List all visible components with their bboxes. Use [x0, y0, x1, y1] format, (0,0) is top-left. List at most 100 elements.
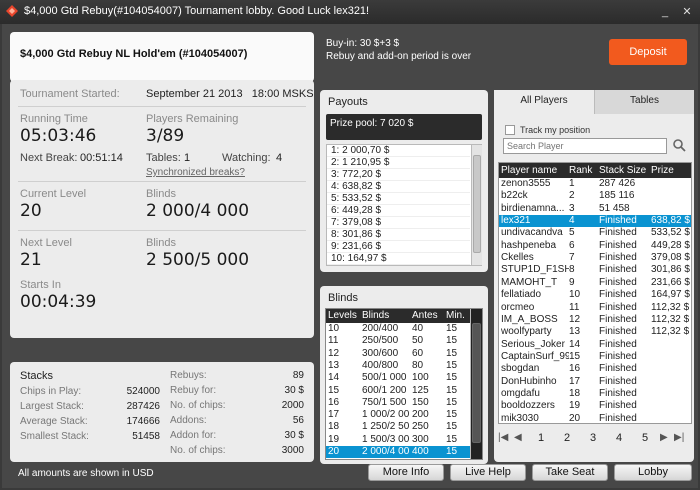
page-number[interactable]: 2: [564, 432, 570, 444]
player-row[interactable]: IM_A_BOSS 12 Finished 112,32 $: [499, 313, 691, 326]
lobby-content: $4,000 Gtd Rebuy NL Hold'em (#104054007)…: [2, 24, 698, 488]
blinds-row[interactable]: 13 400/800 80 15: [326, 360, 470, 372]
player-row[interactable]: sbogdan 16 Finished: [499, 363, 691, 375]
deposit-button[interactable]: Deposit: [609, 39, 687, 65]
first-page-icon[interactable]: |◀: [498, 432, 508, 443]
player-row[interactable]: DonHubinho 17 Finished: [499, 375, 691, 388]
player-row[interactable]: CaptainSurf_99 15 Finished: [499, 350, 691, 363]
blinds-row[interactable]: 12 300/600 60 15: [326, 348, 470, 360]
next-level-label: Next Level: [20, 237, 72, 249]
track-position-checkbox[interactable]: [505, 125, 515, 135]
prize-pool-value: Prize pool: 7 020 $: [330, 118, 414, 129]
player-cell: 112,32 $: [651, 313, 690, 325]
blinds-cell: 15: [446, 372, 458, 384]
player-cell: Finished: [599, 375, 637, 387]
player-row[interactable]: Ckelles 7 Finished 379,08 $: [499, 252, 691, 264]
player-cell: 10: [569, 289, 581, 301]
player-cell: 112,32 $: [651, 326, 690, 338]
blinds-row[interactable]: 19 1 500/3 000300 15: [326, 434, 470, 446]
more-info-button[interactable]: More Info: [368, 464, 444, 481]
blinds-row[interactable]: 14 500/1 000 100 15: [326, 372, 470, 384]
close-icon[interactable]: ✕: [680, 5, 694, 19]
next-blinds-label: Blinds: [146, 237, 176, 249]
blinds-row[interactable]: 16 750/1 500 150 15: [326, 397, 470, 409]
player-cell: Finished: [599, 239, 637, 251]
player-cell: Finished: [599, 350, 637, 362]
player-cell: 15: [569, 350, 581, 362]
page-number[interactable]: 4: [616, 432, 622, 444]
prev-page-icon[interactable]: ◀: [514, 432, 522, 443]
rebuy-label: No. of chips:: [170, 400, 226, 411]
player-cell: IM_A_BOSS: [501, 313, 558, 325]
player-cell: STUP1D_F1SH: [501, 264, 569, 276]
blinds-cell: 18: [328, 421, 340, 433]
blinds-row[interactable]: 10 200/400 40 15: [326, 323, 470, 335]
live-help-button[interactable]: Live Help: [450, 464, 526, 481]
tab-tables[interactable]: Tables: [594, 90, 694, 114]
blinds-row[interactable]: 11 250/500 50 15: [326, 335, 470, 347]
blinds-row[interactable]: 17 1 000/2 000200 15: [326, 409, 470, 421]
player-row[interactable]: lex321 4 Finished 638,82 $: [499, 215, 691, 228]
current-level-label: Current Level: [20, 188, 87, 200]
payouts-panel: Payouts Prize pool: 7 020 $ 1: 2 000,70 …: [320, 90, 488, 272]
player-row[interactable]: mik3030 20 Finished: [499, 412, 691, 424]
player-cell: omgdafu: [501, 387, 540, 399]
player-cell: Finished: [599, 276, 637, 288]
player-cell: 20: [569, 412, 581, 424]
player-cell: Finished: [599, 363, 637, 375]
page-number[interactable]: 5: [642, 432, 648, 444]
take-seat-button[interactable]: Take Seat: [532, 464, 608, 481]
page-number[interactable]: 1: [538, 432, 544, 444]
payouts-scrollbar[interactable]: [471, 145, 482, 265]
next-page-icon[interactable]: ▶: [660, 432, 668, 443]
current-level-value: 20: [20, 201, 42, 221]
player-row[interactable]: STUP1D_F1SH 8 Finished 301,86 $: [499, 264, 691, 276]
lobby-button[interactable]: Lobby: [614, 464, 692, 481]
player-row[interactable]: woolfyparty 13 Finished 112,32 $: [499, 326, 691, 338]
player-row[interactable]: Serious_Joker 14 Finished: [499, 339, 691, 351]
player-row[interactable]: zenon3555 1 287 426: [499, 178, 691, 190]
blinds-cell: 500/1 000: [362, 372, 407, 384]
player-cell: Finished: [599, 227, 637, 239]
blinds-cell: 15: [446, 323, 458, 334]
stack-value: 174666: [126, 416, 160, 427]
synchronized-breaks-link[interactable]: Synchronized breaks?: [146, 167, 245, 178]
search-player-input[interactable]: [503, 138, 667, 154]
scrollbar-thumb[interactable]: [472, 323, 481, 443]
blinds-scrollbar[interactable]: [470, 309, 482, 459]
scrollbar-thumb[interactable]: [473, 155, 481, 253]
next-level-value: 21: [20, 250, 42, 270]
divider: [18, 230, 306, 231]
player-row[interactable]: fellatiado 10 Finished 164,97 $: [499, 289, 691, 301]
player-row[interactable]: orcmeo 11 Finished 112,32 $: [499, 301, 691, 314]
player-row[interactable]: omgdafu 18 Finished: [499, 387, 691, 400]
player-row[interactable]: birdienamna... 3 51 458: [499, 203, 691, 215]
blinds-cell: 60: [412, 347, 424, 359]
blinds-row[interactable]: 20 2 000/4 000400 15: [326, 446, 470, 459]
player-cell: Finished: [599, 412, 637, 424]
player-cell: Finished: [599, 301, 637, 313]
last-page-icon[interactable]: ▶|: [674, 432, 684, 443]
blinds-row[interactable]: 18 1 250/2 500250 15: [326, 421, 470, 433]
blinds-cell: 15: [446, 396, 458, 408]
blinds-cell: 300/600: [362, 347, 399, 359]
tab-all-players[interactable]: All Players: [494, 90, 594, 114]
minimize-icon[interactable]: _: [658, 5, 672, 19]
players-remaining-value: 3/89: [146, 126, 185, 146]
stack-label: Largest Stack:: [20, 401, 84, 412]
search-icon[interactable]: [672, 138, 686, 152]
prize-pool-bar: Prize pool: 7 020 $: [326, 114, 482, 140]
player-cell: Finished: [599, 215, 637, 227]
title-bar: $4,000 Gtd Rebuy(#104054007) Tournament …: [0, 0, 700, 24]
blinds-row[interactable]: 15 600/1 200 125 15: [326, 385, 470, 397]
player-cell: b22ck: [501, 190, 528, 202]
page-number[interactable]: 3: [590, 432, 596, 444]
player-row[interactable]: MAMOHT_T 9 Finished 231,66 $: [499, 276, 691, 289]
player-row[interactable]: booldozzers 19 Finished: [499, 400, 691, 412]
blinds-cell: 12: [328, 347, 340, 359]
player-row[interactable]: hashpeneba 6 Finished 449,28 $: [499, 239, 691, 252]
tournament-info-panel: Tournament Started: September 21 2013 18…: [10, 80, 314, 338]
lobby-window: $4,000 Gtd Rebuy(#104054007) Tournament …: [0, 0, 700, 490]
player-row[interactable]: undivacandva 5 Finished 533,52 $: [499, 227, 691, 239]
player-row[interactable]: b22ck 2 185 116: [499, 190, 691, 202]
